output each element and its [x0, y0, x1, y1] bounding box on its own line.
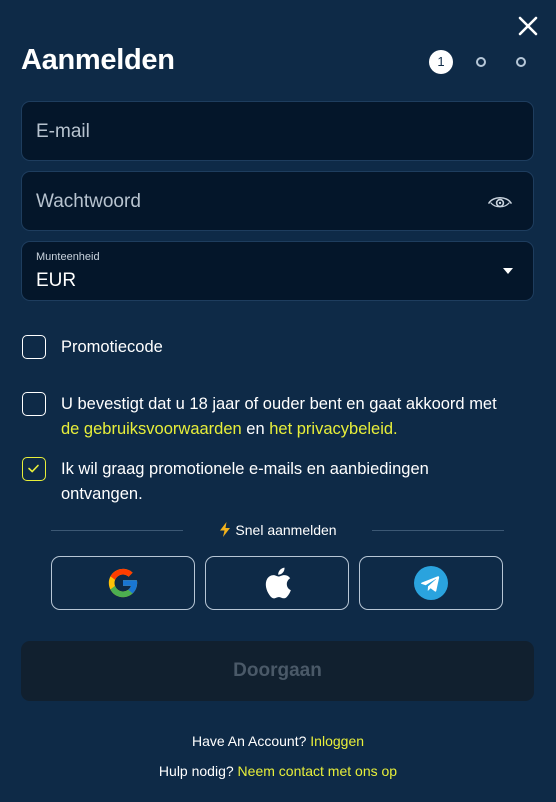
eye-icon[interactable] — [487, 190, 513, 214]
step-1-active: 1 — [429, 50, 453, 74]
terms-link[interactable]: de gebruiksvoorwaarden — [61, 420, 242, 438]
account-prompt-text: Have An Account? — [191, 733, 307, 749]
newsletter-checkbox[interactable] — [22, 457, 46, 481]
terms-checkbox[interactable] — [22, 392, 46, 416]
login-link[interactable]: Inloggen — [310, 733, 364, 749]
help-prompt: Hulp nodig? Neem contact met ons op — [0, 763, 556, 779]
step-2-dot — [476, 57, 486, 67]
currency-value: EUR — [36, 270, 77, 291]
password-field[interactable]: Wachtwoord — [21, 171, 534, 231]
telegram-icon — [414, 566, 448, 600]
newsletter-label[interactable]: Ik wil graag promotionele e-mails en aan… — [61, 457, 481, 507]
privacy-link[interactable]: het privacybeleid. — [269, 420, 397, 438]
promo-checkbox[interactable] — [22, 335, 46, 359]
step-3-dot — [516, 57, 526, 67]
telegram-signup-button[interactable] — [359, 556, 503, 610]
google-icon — [108, 568, 138, 598]
quick-signup-heading: Snel aanmelden — [0, 522, 556, 538]
caret-down-icon[interactable] — [503, 268, 513, 274]
help-prompt-text: Hulp nodig? — [158, 763, 234, 779]
currency-select[interactable]: Munteenheid EUR — [21, 241, 534, 301]
step-indicator: 1 — [0, 50, 556, 74]
terms-text-before: U bevestigt dat u 18 jaar of ouder bent … — [61, 395, 497, 413]
continue-button[interactable]: Doorgaan — [21, 641, 534, 701]
check-icon — [28, 464, 39, 473]
email-field[interactable]: E-mail — [21, 101, 534, 161]
email-placeholder: E-mail — [36, 121, 90, 142]
promo-label[interactable]: Promotiecode — [61, 335, 163, 360]
terms-joiner: en — [241, 420, 270, 438]
close-icon[interactable] — [514, 12, 542, 40]
terms-text: U bevestigt dat u 18 jaar of ouder bent … — [61, 392, 531, 442]
apple-signup-button[interactable] — [205, 556, 349, 610]
quick-signup-label: Snel aanmelden — [235, 522, 337, 538]
currency-label: Munteenheid — [36, 251, 100, 263]
google-signup-button[interactable] — [51, 556, 195, 610]
apple-icon — [265, 567, 291, 599]
password-placeholder: Wachtwoord — [36, 191, 141, 212]
lightning-icon — [220, 522, 231, 537]
contact-link[interactable]: Neem contact met ons op — [238, 763, 398, 779]
login-prompt: Have An Account? Inloggen — [0, 733, 556, 749]
